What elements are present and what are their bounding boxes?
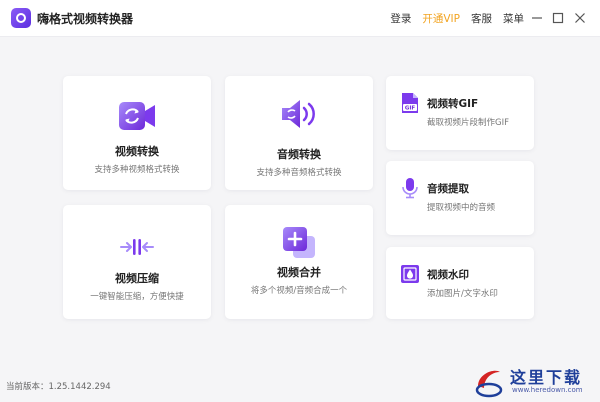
video-gif-card[interactable]: GIF 视频转GIF 截取视频片段制作GIF: [386, 76, 534, 150]
card-title: 视频水印: [427, 269, 469, 281]
card-description: 将多个视频/音频合成一个: [250, 286, 348, 296]
site-watermark: 这里下载 www.heredown.com: [468, 362, 600, 401]
card-title: 视频合并: [277, 266, 321, 279]
service-link[interactable]: 客服: [471, 11, 492, 26]
menu-link[interactable]: 菜单: [503, 11, 524, 26]
card-description: 一键智能压缩，方便快捷: [90, 292, 184, 302]
watermark-icon: [400, 263, 420, 285]
speaker-icon: [279, 96, 319, 132]
microphone-icon: [400, 177, 420, 199]
video-convert-icon: [117, 98, 157, 134]
watermark-logo-icon: [474, 364, 504, 398]
merge-plus-icon: [279, 225, 319, 261]
title-bar: 嗨格式视频转换器 登录 开通VIP 客服 菜单: [0, 0, 600, 37]
top-menu: 登录 开通VIP 客服 菜单: [390, 11, 524, 26]
card-description: 添加图片/文字水印: [427, 289, 498, 299]
vip-link[interactable]: 开通VIP: [422, 11, 460, 26]
audio-extract-card[interactable]: 音频提取 提取视频中的音频: [386, 161, 534, 235]
card-title: 视频转GIF: [427, 98, 479, 110]
card-title: 视频转换: [115, 145, 159, 158]
video-watermark-card[interactable]: 视频水印 添加图片/文字水印: [386, 247, 534, 319]
card-description: 支持多种视频格式转换: [94, 165, 180, 175]
card-title: 音频提取: [427, 183, 469, 195]
gif-badge: GIF: [405, 106, 416, 112]
login-link[interactable]: 登录: [390, 11, 411, 26]
video-compress-card[interactable]: 视频压缩 一键智能压缩，方便快捷: [63, 205, 211, 319]
card-description: 提取视频中的音频: [427, 203, 496, 213]
card-title: 音频转换: [277, 148, 321, 161]
close-icon[interactable]: [573, 11, 587, 25]
card-title: 视频压缩: [115, 272, 159, 285]
minimize-icon[interactable]: [530, 11, 544, 25]
maximize-icon[interactable]: [551, 11, 565, 25]
version-label: 当前版本：1.25.1442.294: [6, 382, 111, 392]
audio-convert-card[interactable]: 音频转换 支持多种音频格式转换: [225, 76, 373, 190]
card-description: 支持多种音频格式转换: [256, 168, 342, 178]
watermark-text: 这里下载: [510, 368, 583, 387]
app-logo-icon: [11, 8, 31, 28]
gif-file-icon: GIF: [400, 92, 420, 114]
compress-icon: [117, 229, 157, 265]
watermark-url: www.heredown.com: [512, 386, 583, 394]
video-merge-card[interactable]: 视频合并 将多个视频/音频合成一个: [225, 205, 373, 319]
app-title: 嗨格式视频转换器: [37, 12, 134, 26]
card-description: 截取视频片段制作GIF: [427, 118, 509, 128]
video-convert-card[interactable]: 视频转换 支持多种视频格式转换: [63, 76, 211, 190]
